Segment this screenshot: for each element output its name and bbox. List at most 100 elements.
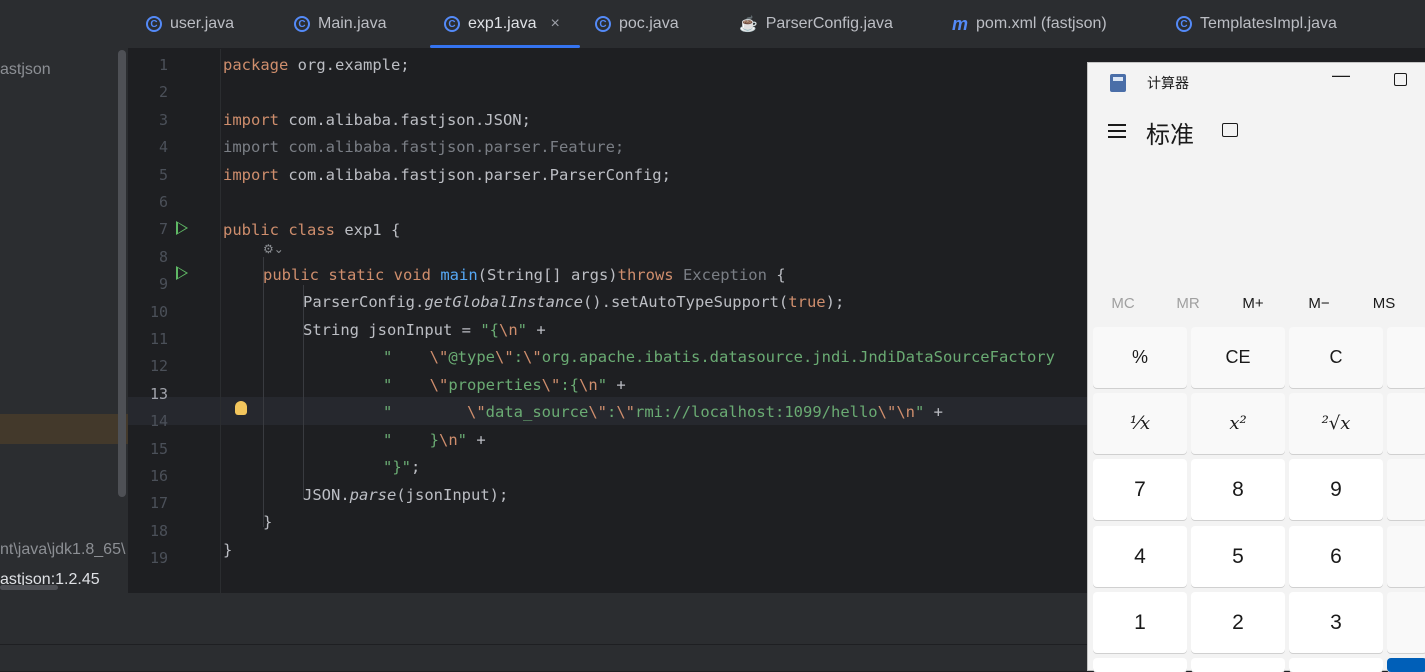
line-number: 7 xyxy=(158,220,168,239)
memory-subtract-button[interactable]: M− xyxy=(1295,295,1343,312)
run-main-icon[interactable] xyxy=(176,266,188,280)
maximize-button[interactable] xyxy=(1394,73,1407,86)
tab-exp1-java[interactable]: C exp1.java × xyxy=(430,0,580,48)
code-line-17: } xyxy=(263,513,273,531)
tab-parserconfig-java[interactable]: ☕ ParserConfig.java xyxy=(739,0,893,48)
code-line-3: import com.alibaba.fastjson.JSON; xyxy=(223,111,531,129)
memory-add-button[interactable]: M+ xyxy=(1229,295,1277,312)
tab-poc-java[interactable]: C poc.java xyxy=(595,0,679,48)
code-line-7: public class exp1 { xyxy=(223,221,401,239)
close-icon[interactable]: × xyxy=(551,15,560,33)
calculator-window[interactable]: 计算器 — 标准 MC MR M+ M− MS % CE C ¹⁄x x² ²√… xyxy=(1087,62,1425,672)
minimize-button[interactable]: — xyxy=(1332,65,1350,86)
code-line-5: import com.alibaba.fastjson.parser.Parse… xyxy=(223,166,671,184)
calculator-title: 计算器 xyxy=(1147,75,1189,91)
line-number: 12 xyxy=(149,357,168,376)
line-number: 1 xyxy=(158,56,168,74)
tab-label: poc.java xyxy=(619,15,679,32)
code-line-9: ParserConfig.getGlobalInstance().setAuto… xyxy=(303,293,845,311)
square-button[interactable]: x² xyxy=(1191,393,1285,454)
memory-clear-button[interactable]: MC xyxy=(1099,295,1147,312)
tab-label: user.java xyxy=(170,15,235,32)
code-line-4: import com.alibaba.fastjson.parser.Featu… xyxy=(223,138,625,156)
indent-guide xyxy=(303,285,304,499)
keep-on-top-icon[interactable] xyxy=(1222,123,1238,137)
maven-icon: m xyxy=(952,13,969,34)
subtract-button[interactable] xyxy=(1387,526,1425,587)
tab-user-java[interactable]: C user.java xyxy=(146,0,234,48)
line-number: 16 xyxy=(149,467,168,485)
tab-label: pom.xml (fastjson) xyxy=(976,15,1107,32)
code-line-13: " \"data_source\":\"rmi://localhost:1099… xyxy=(383,403,944,421)
line-number: 19 xyxy=(149,549,168,568)
digit-2-button[interactable]: 2 xyxy=(1191,592,1285,653)
digit-1-button[interactable]: 1 xyxy=(1093,592,1187,653)
memory-recall-button[interactable]: MR xyxy=(1164,295,1212,312)
negate-button[interactable] xyxy=(1093,658,1187,672)
class-icon: C xyxy=(1176,16,1192,32)
line-number: 6 xyxy=(158,193,168,211)
line-number: 2 xyxy=(158,83,168,102)
line-number: 14 xyxy=(149,412,168,431)
divide-button[interactable] xyxy=(1387,393,1425,454)
hamburger-menu-icon[interactable] xyxy=(1108,124,1126,142)
calculator-app-icon xyxy=(1110,74,1126,92)
code-line-11: " \"@type\":\"org.apache.ibatis.datasour… xyxy=(383,348,1055,366)
line-number: 15 xyxy=(149,439,168,458)
line-number: 3 xyxy=(158,110,168,129)
tab-label: Main.java xyxy=(318,15,387,32)
editor-tab-bar: C user.java C Main.java C exp1.java × C … xyxy=(128,0,1425,49)
sidebar-hscrollbar[interactable] xyxy=(0,585,58,590)
run-class-icon[interactable] xyxy=(176,221,188,235)
digit-3-button[interactable]: 3 xyxy=(1289,592,1383,653)
lightbulb-icon[interactable] xyxy=(235,401,247,415)
digit-4-button[interactable]: 4 xyxy=(1093,526,1187,587)
percent-button[interactable]: % xyxy=(1093,327,1187,388)
class-icon: C xyxy=(146,16,162,32)
digit-6-button[interactable]: 6 xyxy=(1289,526,1383,587)
calculator-mode-title: 标准 xyxy=(1146,122,1194,149)
tab-templatesimpl-java[interactable]: C TemplatesImpl.java xyxy=(1176,0,1337,48)
project-sidebar: astjson nt\java\jdk1.8_65\ astjson:1.2.4… xyxy=(0,0,128,593)
code-line-12: " \"properties\":{\n" + xyxy=(383,376,626,394)
line-number: 10 xyxy=(149,302,168,321)
code-line-15: "}"; xyxy=(383,458,421,476)
ai-inlay-icon[interactable]: ⚙⌄ xyxy=(263,242,284,256)
code-line-8: public static void main(String[] args)th… xyxy=(263,266,786,284)
class-icon: C xyxy=(294,16,310,32)
digit-8-button[interactable]: 8 xyxy=(1191,459,1285,520)
code-line-16: JSON.parse(jsonInput); xyxy=(303,486,509,504)
selected-tree-row[interactable] xyxy=(0,414,128,444)
code-line-18: } xyxy=(223,541,233,559)
code-line-1: package org.example; xyxy=(223,56,410,74)
sidebar-scrollbar[interactable] xyxy=(118,50,126,497)
line-number: 11 xyxy=(149,330,168,348)
digit-7-button[interactable]: 7 xyxy=(1093,459,1187,520)
tab-pom-xml[interactable]: m pom.xml (fastjson) xyxy=(952,0,1107,48)
code-line-10: String jsonInput = "{\n" + xyxy=(303,321,546,339)
multiply-button[interactable] xyxy=(1387,459,1425,520)
clear-button[interactable]: C xyxy=(1289,327,1383,388)
jdk-tree-item[interactable]: nt\java\jdk1.8_65\ xyxy=(0,541,125,559)
equals-button[interactable] xyxy=(1387,658,1425,672)
digit-5-button[interactable]: 5 xyxy=(1191,526,1285,587)
decimal-button[interactable] xyxy=(1289,658,1383,672)
square-root-button[interactable]: ²√x xyxy=(1289,393,1383,454)
add-button[interactable] xyxy=(1387,592,1425,653)
line-number: 9 xyxy=(158,275,168,294)
tab-main-java[interactable]: C Main.java xyxy=(294,0,386,48)
memory-store-button[interactable]: MS xyxy=(1360,295,1408,312)
tab-label: ParserConfig.java xyxy=(765,15,893,32)
digit-9-button[interactable]: 9 xyxy=(1289,459,1383,520)
line-number: 17 xyxy=(149,494,168,513)
backspace-button[interactable] xyxy=(1387,327,1425,388)
line-number: 5 xyxy=(158,165,168,184)
code-line-14: " }\n" + xyxy=(383,431,486,449)
coffee-cup-icon: ☕ xyxy=(739,16,758,33)
project-tree-item[interactable]: astjson xyxy=(0,61,51,79)
clear-entry-button[interactable]: CE xyxy=(1191,327,1285,388)
class-icon: C xyxy=(595,16,611,32)
digit-0-button[interactable] xyxy=(1191,658,1285,672)
reciprocal-button[interactable]: ¹⁄x xyxy=(1093,393,1187,454)
line-number: 13 xyxy=(149,384,168,403)
